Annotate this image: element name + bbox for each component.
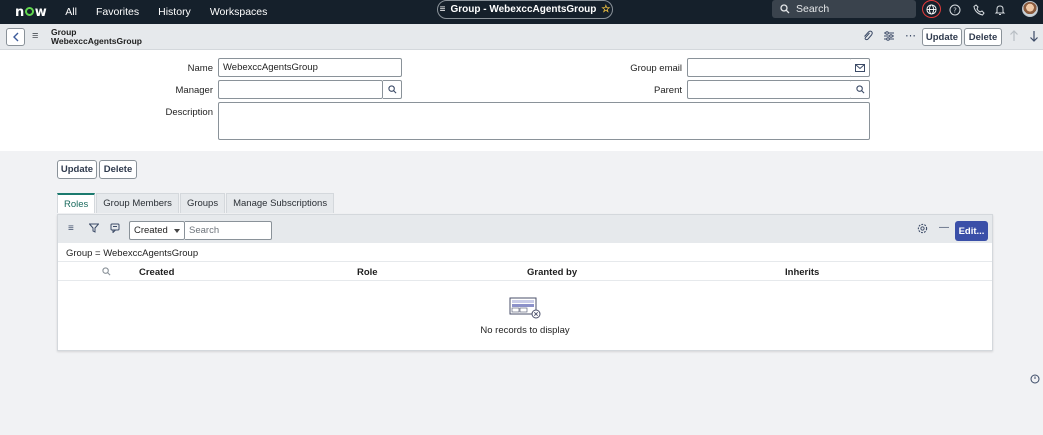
context-title-pill[interactable]: ≡ Group - WebexccAgentsGroup ☆ xyxy=(437,0,613,19)
parent-field[interactable] xyxy=(687,80,852,99)
bottom-delete-button[interactable]: Delete xyxy=(99,160,137,179)
nav-all[interactable]: All xyxy=(65,6,77,18)
search-icon xyxy=(780,4,790,14)
settings-sliders-icon[interactable] xyxy=(883,30,895,45)
group-email-field[interactable] xyxy=(687,58,852,77)
manager-field[interactable] xyxy=(218,80,383,99)
search-icon xyxy=(387,85,396,94)
column-created[interactable]: Created xyxy=(139,267,174,278)
parent-lookup-button[interactable] xyxy=(851,80,870,99)
collapse-icon[interactable]: — xyxy=(939,222,949,233)
column-inherits[interactable]: Inherits xyxy=(785,267,819,278)
manager-lookup-button[interactable] xyxy=(383,80,402,99)
nav-workspaces[interactable]: Workspaces xyxy=(210,6,268,18)
filter-field-select[interactable]: Created xyxy=(129,221,185,240)
arrow-down-icon[interactable] xyxy=(1029,30,1039,45)
column-search-icon[interactable] xyxy=(102,267,111,279)
header-delete-button[interactable]: Delete xyxy=(964,28,1002,46)
nav-menu: All Favorites History Workspaces xyxy=(65,6,286,18)
empty-message: No records to display xyxy=(480,325,570,336)
chevron-left-icon xyxy=(12,32,18,42)
hamburger-menu-icon[interactable]: ≡ xyxy=(32,30,38,42)
filter-icon[interactable] xyxy=(88,223,100,236)
record-name: WebexccAgentsGroup xyxy=(51,36,143,46)
comment-icon[interactable] xyxy=(110,223,120,236)
form-body: Name WebexccAgentsGroup Manager Descript… xyxy=(0,50,1043,151)
more-options-icon[interactable]: ⋯ xyxy=(905,29,916,42)
column-role[interactable]: Role xyxy=(357,267,378,278)
search-placeholder: Search xyxy=(796,3,830,15)
tab-manage-subscriptions[interactable]: Manage Subscriptions xyxy=(226,193,335,213)
list-search-input[interactable]: Search xyxy=(185,221,272,240)
name-field[interactable]: WebexccAgentsGroup xyxy=(218,58,402,77)
phone-icon[interactable] xyxy=(971,2,987,18)
gear-icon[interactable] xyxy=(917,223,928,237)
nav-history[interactable]: History xyxy=(158,6,191,18)
servicenow-logo[interactable]: nw xyxy=(15,5,47,20)
roles-related-list: ≡ Created Search — Edit... Group = Webex… xyxy=(57,214,993,351)
email-button[interactable] xyxy=(851,58,870,77)
context-title: Group - WebexccAgentsGroup xyxy=(450,4,597,15)
manager-label: Manager xyxy=(175,85,214,96)
list-toolbar: ≡ Created Search — Edit... xyxy=(58,215,992,243)
description-field[interactable] xyxy=(218,102,870,140)
list-breadcrumb[interactable]: Group = WebexccAgentsGroup xyxy=(66,248,198,259)
caret-down-icon xyxy=(174,229,180,233)
help-icon[interactable]: ? xyxy=(947,2,963,18)
arrow-up-icon[interactable] xyxy=(1009,30,1019,45)
timer-icon[interactable] xyxy=(1030,374,1040,387)
bottom-update-button[interactable]: Update xyxy=(57,160,97,179)
star-icon[interactable]: ☆ xyxy=(601,4,610,15)
related-list-tabs: Roles Group Members Groups Manage Subscr… xyxy=(57,193,335,213)
filter-field-value: Created xyxy=(134,225,168,236)
description-label: Description xyxy=(165,107,213,118)
column-granted-by[interactable]: Granted by xyxy=(527,267,577,278)
tab-roles[interactable]: Roles xyxy=(57,193,96,213)
back-button[interactable] xyxy=(6,28,25,46)
globe-icon[interactable] xyxy=(922,0,941,18)
global-search[interactable]: Search xyxy=(772,0,916,18)
table-header: Created Role Granted by Inherits xyxy=(58,261,992,281)
svg-text:?: ? xyxy=(953,7,957,15)
header-update-button[interactable]: Update xyxy=(922,28,962,46)
user-avatar[interactable] xyxy=(1022,1,1038,17)
form-header: ≡ Group WebexccAgentsGroup ⋯ Update Dele… xyxy=(0,24,1043,50)
search-icon xyxy=(855,85,864,94)
edit-button[interactable]: Edit... xyxy=(955,221,988,241)
group-email-label: Group email xyxy=(630,63,682,74)
empty-records-illustration xyxy=(509,297,541,319)
tab-group-members[interactable]: Group Members xyxy=(96,193,179,213)
parent-label: Parent xyxy=(654,85,682,96)
list-menu-icon[interactable]: ≡ xyxy=(68,223,74,234)
envelope-icon xyxy=(855,63,865,72)
bell-icon[interactable] xyxy=(992,2,1008,18)
name-label: Name xyxy=(187,63,213,74)
top-nav: nw All Favorites History Workspaces ≡ Gr… xyxy=(0,0,1043,24)
list-icon: ≡ xyxy=(439,4,446,15)
nav-favorites[interactable]: Favorites xyxy=(96,6,139,18)
tab-groups[interactable]: Groups xyxy=(179,193,226,213)
paperclip-icon[interactable] xyxy=(862,30,873,45)
